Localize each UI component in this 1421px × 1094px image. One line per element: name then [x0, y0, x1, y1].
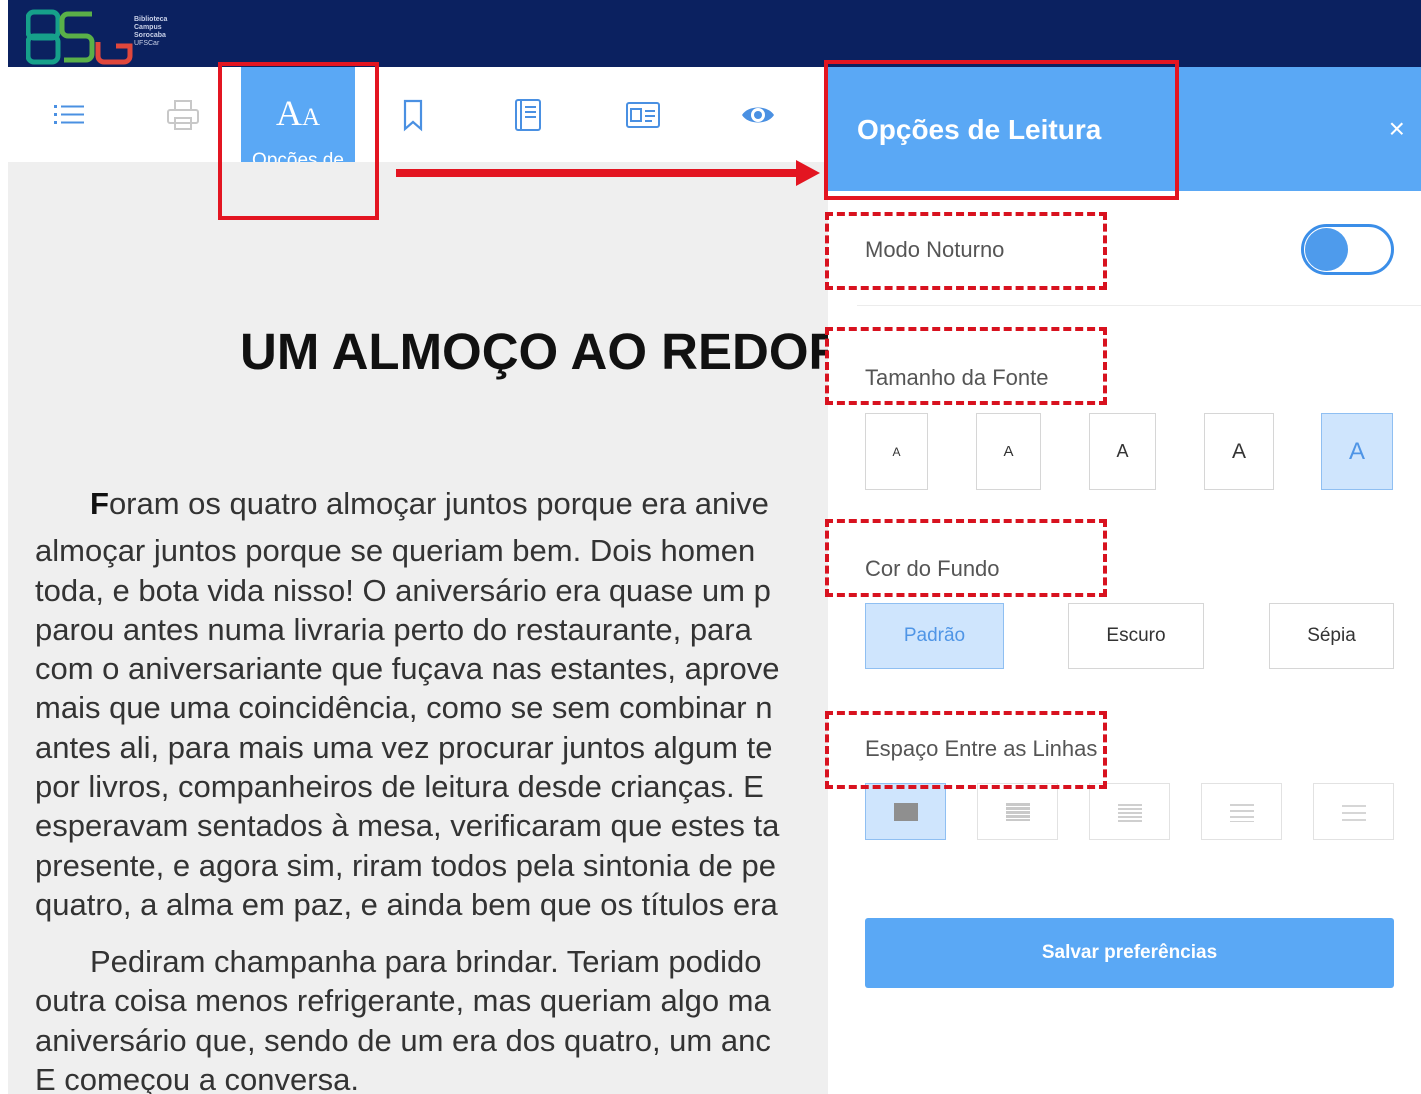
- line-spacing-option-selected[interactable]: [865, 783, 946, 840]
- logo-line: Biblioteca: [134, 16, 168, 23]
- paragraph-line: Foram os quatro almoçar juntos porque er…: [35, 484, 828, 523]
- eye-icon: [742, 107, 774, 122]
- line-spacing-option[interactable]: [1089, 783, 1170, 840]
- highlight-reading-options-button: [218, 62, 379, 220]
- paragraph-line: mais que uma coincidência, como se sem c…: [35, 690, 773, 726]
- top-header: Biblioteca Campus Sorocaba UFSCar: [8, 0, 1421, 67]
- toggle-knob: [1305, 228, 1348, 271]
- highlight-night-mode: [825, 212, 1107, 290]
- paragraph-line: esperavam sentados à mesa, verificaram q…: [35, 808, 780, 844]
- paragraph-2: Pediram champanha para brindar. Teriam p…: [35, 942, 828, 1094]
- paragraph-line: com o aniversariante que fuçava nas esta…: [35, 651, 780, 687]
- paragraph-line: E começou a conversa.: [35, 1061, 359, 1094]
- list-icon: [54, 104, 84, 124]
- library-logo: [26, 9, 133, 65]
- id-card-icon: [626, 101, 660, 128]
- background-option-sepia[interactable]: Sépia: [1269, 603, 1394, 669]
- logo-line: Sorocaba: [134, 32, 166, 39]
- highlight-font-size: [825, 327, 1107, 405]
- document-title: UM ALMOÇO AO REDOR: [240, 323, 828, 380]
- highlight-line-spacing: [825, 711, 1107, 789]
- paragraph-line: almoçar juntos porque se queriam bem. Do…: [35, 533, 756, 569]
- save-preferences-button[interactable]: Salvar preferências: [865, 918, 1394, 988]
- printer-icon: [167, 99, 199, 130]
- font-size-option[interactable]: A: [865, 413, 928, 490]
- reader-toolbar: AA Opções de Leitura: [8, 67, 828, 189]
- paragraph-line: por livros, companheiros de leitura desd…: [35, 769, 764, 805]
- paragraph-line: outra coisa menos refrigerante, mas quer…: [35, 983, 771, 1019]
- background-option-dark[interactable]: Escuro: [1068, 603, 1204, 669]
- line-spacing-option[interactable]: [1201, 783, 1282, 840]
- paragraph-line: aniversário que, sendo de um era dos qua…: [35, 1022, 771, 1058]
- highlight-panel-header: [824, 60, 1179, 200]
- paragraph-line: parou antes numa livraria perto do resta…: [35, 611, 752, 647]
- paragraph-line: quatro, a alma em paz, e ainda bem que o…: [35, 886, 778, 922]
- logo-line: Campus: [134, 24, 162, 31]
- summary-button[interactable]: [12, 67, 126, 162]
- font-size-option-selected[interactable]: A: [1321, 413, 1393, 490]
- line-spacing-icon: [1341, 804, 1366, 821]
- background-option-default[interactable]: Padrão: [865, 603, 1004, 669]
- paragraph-line: toda, e bota vida nisso! O aniversário e…: [35, 572, 771, 608]
- line-spacing-option[interactable]: [977, 783, 1058, 840]
- line-spacing-icon: [893, 802, 918, 821]
- reader-content: UM ALMOÇO AO REDOR Foram os quatro almoç…: [8, 162, 828, 1094]
- night-mode-toggle[interactable]: [1301, 224, 1394, 275]
- drop-letter: F: [90, 486, 109, 521]
- line-spacing-icon: [1117, 803, 1142, 822]
- font-size-option[interactable]: A: [1089, 413, 1156, 490]
- divider: [857, 305, 1421, 306]
- line-spacing-option[interactable]: [1313, 783, 1394, 840]
- book-icon: [515, 98, 541, 131]
- arrow-icon: [396, 160, 820, 186]
- font-size-option[interactable]: A: [976, 413, 1041, 490]
- paragraph-line: antes ali, para mais uma vez procurar ju…: [35, 729, 773, 765]
- notes-button[interactable]: [471, 67, 585, 162]
- font-size-option[interactable]: A: [1204, 413, 1274, 490]
- logo-org: UFSCar: [134, 40, 160, 47]
- line-spacing-icon: [1229, 803, 1254, 822]
- bookmark-icon: [403, 99, 423, 131]
- card-button[interactable]: [586, 67, 700, 162]
- logo-text: Biblioteca Campus Sorocaba UFSCar: [134, 16, 167, 48]
- paragraph-line: Pediram champanha para brindar. Teriam p…: [90, 944, 762, 979]
- paragraph-line: presente, e agora sim, riram todos pela …: [35, 847, 776, 883]
- view-button[interactable]: [701, 67, 815, 162]
- line-text: oram os quatro almoçar juntos porque era…: [108, 486, 769, 521]
- line-spacing-icon: [1005, 802, 1030, 821]
- highlight-background: [825, 519, 1107, 597]
- close-icon[interactable]: ×: [1389, 115, 1405, 143]
- paragraph-1: Foram os quatro almoçar juntos porque er…: [35, 484, 828, 924]
